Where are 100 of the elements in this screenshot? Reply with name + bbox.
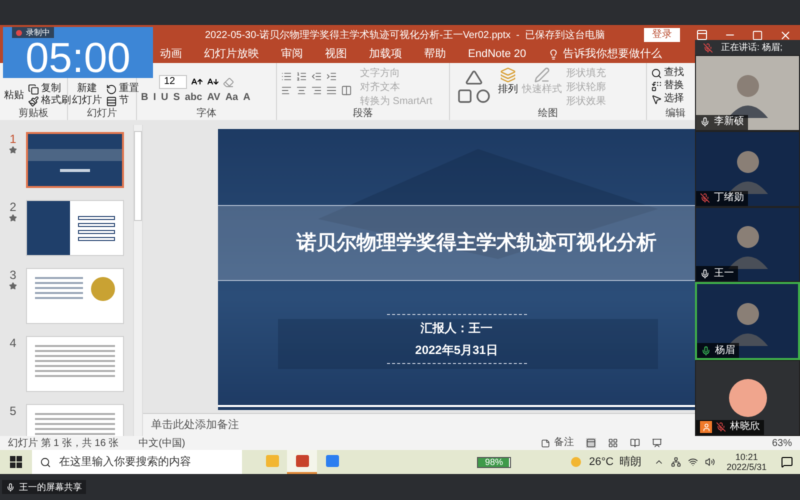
font-style-button[interactable]: abc <box>184 93 202 103</box>
new-slide-button[interactable]: 新建 幻灯片 <box>72 83 102 107</box>
font-style-button[interactable]: S <box>173 93 180 103</box>
font-size-field[interactable]: 12 <box>159 75 187 89</box>
ribbon-tab[interactable]: 视图 <box>325 46 347 62</box>
participant-name: 杨眉 <box>715 346 735 356</box>
group-label: 剪贴板 <box>18 108 48 120</box>
section-icon <box>106 96 117 106</box>
battery-percentage: 98% <box>484 458 503 466</box>
group-label: 绘图 <box>538 108 558 120</box>
ribbon-tab[interactable]: 帮助 <box>424 46 446 62</box>
align-left-icon[interactable] <box>281 85 292 96</box>
copy-button[interactable]: 复制 <box>28 83 71 95</box>
ribbon-tab[interactable]: 加载项 <box>369 46 402 62</box>
volume-icon[interactable] <box>704 457 715 467</box>
increase-indent-icon[interactable] <box>326 71 337 82</box>
lightbulb-icon <box>548 48 560 60</box>
tell-me-search[interactable]: 告诉我你想要做什么 <box>548 46 662 62</box>
notification-icon[interactable] <box>780 456 793 468</box>
ribbon-tab[interactable]: 动画 <box>160 46 182 62</box>
columns-icon[interactable] <box>341 85 352 96</box>
maximize-icon[interactable] <box>752 30 763 40</box>
font-style-button[interactable]: B <box>141 93 148 103</box>
ribbon-tab[interactable]: 幻灯片放映 <box>204 46 259 62</box>
taskbar-clock[interactable]: 10:21 2022/5/31 <box>726 452 767 472</box>
ribbon-tab[interactable]: EndNote 20 <box>468 46 526 62</box>
view-button[interactable] <box>608 438 618 448</box>
weather-condition: 晴朗 <box>620 454 642 470</box>
font-style-button[interactable]: U <box>161 93 168 103</box>
mic-off-icon <box>703 42 713 52</box>
reset-button[interactable]: 重置 <box>106 83 139 95</box>
active-speaker-text: 正在讲话: 杨眉; <box>721 40 783 54</box>
slide-number: 3 <box>10 268 16 282</box>
arrange-icon <box>500 67 516 83</box>
avatar-placeholder <box>728 379 766 418</box>
ribbon-tab[interactable]: 审阅 <box>281 46 303 62</box>
paste-button[interactable]: 粘贴 <box>4 91 24 101</box>
timer-text: 05:00 <box>25 39 131 77</box>
notes-icon <box>540 438 550 448</box>
ribbon-options-icon[interactable] <box>696 29 708 41</box>
slide-thumbnail[interactable] <box>26 132 124 188</box>
view-button[interactable] <box>630 438 640 448</box>
presenter-name: 汇报人：王一 <box>420 320 494 336</box>
presentation-icon <box>296 455 308 467</box>
participant-name: 王一 <box>714 268 734 279</box>
group-label: 编辑 <box>666 108 686 120</box>
wifi-icon[interactable] <box>688 457 698 467</box>
editing-command-icon <box>651 80 662 92</box>
mic-icon <box>6 482 15 492</box>
slide-thumbnail[interactable] <box>26 268 124 324</box>
participant-name: 林晓欣 <box>730 422 760 432</box>
temperature: 26°C <box>589 454 614 470</box>
close-icon[interactable] <box>779 28 792 42</box>
taskbar-search-field[interactable]: 在这里输入你要搜索的内容 <box>32 450 242 474</box>
group-label: 段落 <box>353 108 373 120</box>
decrease-indent-icon[interactable] <box>311 71 322 82</box>
editing-command-icon <box>651 68 662 78</box>
slide-number: 5 <box>10 404 16 418</box>
weather-sun-icon <box>571 457 581 467</box>
justify-icon[interactable] <box>326 85 337 96</box>
participant-name: 丁绪勋 <box>714 193 744 204</box>
view-button[interactable] <box>586 438 596 448</box>
clear-formatting-icon[interactable] <box>223 76 234 88</box>
language-indicator: 中文(中国) <box>138 436 186 450</box>
zoom-level: 63% <box>772 436 792 450</box>
font-style-button[interactable]: A <box>243 93 250 103</box>
group-label: 幻灯片 <box>87 108 117 120</box>
font-style-button[interactable]: Aa <box>225 93 238 103</box>
slide-thumbnail[interactable] <box>26 336 124 392</box>
font-style-button[interactable]: I <box>153 93 156 103</box>
pen-icon <box>534 67 550 83</box>
bullets-icon[interactable] <box>281 71 292 82</box>
presentation-date: 2022年5月31日 <box>414 342 499 358</box>
font-style-button[interactable]: AV <box>207 93 220 103</box>
editing-command-button[interactable]: 替换 <box>651 80 684 92</box>
section-button[interactable]: 节 <box>106 95 139 107</box>
view-button[interactable] <box>652 438 662 448</box>
group-label: 字体 <box>196 108 216 120</box>
editing-command-icon <box>651 94 662 104</box>
folder-icon <box>266 455 278 467</box>
windows-logo-icon[interactable] <box>10 456 22 468</box>
align-center-icon[interactable] <box>296 85 307 96</box>
slide-thumbnail[interactable] <box>26 200 124 256</box>
search-icon <box>40 456 51 468</box>
notes-button[interactable]: 备注 <box>540 438 574 448</box>
format-painter-icon <box>28 96 39 106</box>
login-button[interactable]: 登录 <box>644 28 680 42</box>
screen-share-text: 王一的屏幕共享 <box>19 482 82 492</box>
recording-text: 录制中 <box>26 28 50 36</box>
align-right-icon[interactable] <box>311 85 322 96</box>
video-icon <box>326 455 338 467</box>
format-painter-button[interactable]: 格式刷 <box>28 95 71 107</box>
editing-command-button[interactable]: 查找 <box>651 67 684 79</box>
slide-number: 2 <box>10 200 16 214</box>
arrange-button[interactable]: 排列 <box>498 67 518 108</box>
editing-command-button[interactable]: 选择 <box>651 93 684 105</box>
taskbar-app[interactable] <box>287 450 317 474</box>
network-icon[interactable] <box>670 457 681 467</box>
numbering-icon[interactable] <box>296 71 307 82</box>
notes-field[interactable]: 单击此处添加备注 <box>143 413 695 436</box>
